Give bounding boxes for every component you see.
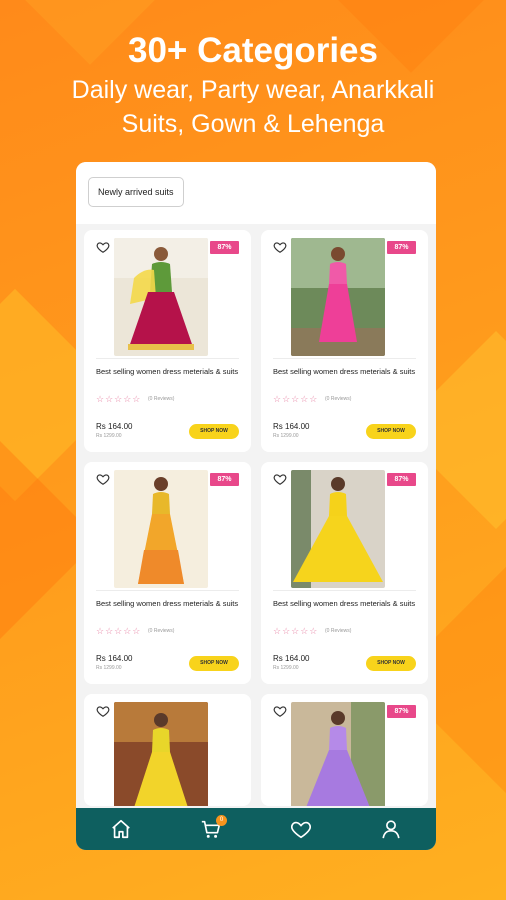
- discount-badge: 87%: [387, 473, 416, 486]
- product-title[interactable]: Best selling women dress meterials & sui…: [273, 598, 420, 609]
- product-card[interactable]: 87% Best selling women dress meterials &…: [84, 462, 251, 684]
- product-title[interactable]: Best selling women dress meterials & sui…: [273, 366, 420, 377]
- discount-badge: 87%: [210, 241, 239, 254]
- product-price: Rs 164.00: [273, 654, 310, 663]
- promo-subtitle-line2: Suits, Gown & Lehenga: [121, 110, 385, 138]
- star-rating: ☆☆☆☆☆: [273, 626, 319, 636]
- discount-badge: 87%: [387, 241, 416, 254]
- product-image[interactable]: [114, 238, 208, 356]
- product-title[interactable]: Best selling women dress meterials & sui…: [96, 366, 243, 377]
- card-divider: [96, 358, 239, 359]
- nav-home[interactable]: [101, 813, 141, 845]
- card-divider: [96, 590, 239, 591]
- product-title[interactable]: Best selling women dress meterials & sui…: [96, 598, 243, 609]
- star-rating: ☆☆☆☆☆: [96, 626, 142, 636]
- heart-icon[interactable]: [273, 704, 287, 718]
- product-price: Rs 164.00: [96, 654, 133, 663]
- star-rating: ☆☆☆☆☆: [273, 394, 319, 404]
- card-divider: [273, 590, 416, 591]
- heart-icon[interactable]: [96, 472, 110, 486]
- home-icon: [112, 819, 130, 839]
- filter-chip-newly-arrived[interactable]: Newly arrived suits: [88, 177, 184, 207]
- heart-icon[interactable]: [96, 240, 110, 254]
- review-count: (0 Reviews): [148, 628, 175, 634]
- cart-count-badge: 0: [216, 815, 227, 826]
- product-card[interactable]: 87%: [261, 694, 428, 806]
- product-card[interactable]: 87% Best selling women dress meterials &…: [261, 230, 428, 452]
- review-count: (0 Reviews): [325, 396, 352, 402]
- product-image[interactable]: [114, 702, 208, 806]
- star-rating: ☆☆☆☆☆: [96, 394, 142, 404]
- wishlist-icon: [290, 821, 312, 839]
- product-image[interactable]: [291, 702, 385, 806]
- product-image[interactable]: [291, 238, 385, 356]
- product-price: Rs 164.00: [273, 422, 310, 431]
- discount-badge: 87%: [210, 473, 239, 486]
- shop-now-button[interactable]: SHOP NOW: [366, 656, 416, 671]
- nav-cart[interactable]: 0: [191, 813, 231, 845]
- review-count: (0 Reviews): [148, 396, 175, 402]
- promo-header: 30+ Categories Daily wear, Party wear, A…: [0, 30, 506, 140]
- shop-now-button[interactable]: SHOP NOW: [189, 424, 239, 439]
- product-old-price: Rs 1299.00: [96, 665, 122, 671]
- nav-wishlist[interactable]: [281, 813, 321, 845]
- nav-profile[interactable]: [371, 813, 411, 845]
- review-count: (0 Reviews): [325, 628, 352, 634]
- product-card[interactable]: [84, 694, 251, 806]
- product-price: Rs 164.00: [96, 422, 133, 431]
- product-card[interactable]: 87% Best selling women dress meterials &…: [261, 462, 428, 684]
- promo-title: 30+ Categories: [128, 31, 378, 70]
- shop-now-button[interactable]: SHOP NOW: [189, 656, 239, 671]
- product-grid: 87% Best selling women dress meterials &…: [84, 230, 428, 806]
- heart-icon[interactable]: [96, 704, 110, 718]
- heart-icon[interactable]: [273, 472, 287, 486]
- product-old-price: Rs 1299.00: [96, 433, 122, 439]
- shop-now-button[interactable]: SHOP NOW: [366, 424, 416, 439]
- app-screen: Newly arrived suits 87% Best selling wom…: [76, 162, 436, 850]
- profile-icon: [382, 820, 400, 839]
- product-old-price: Rs 1299.00: [273, 433, 299, 439]
- promo-subtitle-line1: Daily wear, Party wear, Anarkkali: [71, 76, 435, 104]
- bottom-navigation: 0: [76, 808, 436, 850]
- card-divider: [273, 358, 416, 359]
- product-image[interactable]: [291, 470, 385, 588]
- product-card[interactable]: 87% Best selling women dress meterials &…: [84, 230, 251, 452]
- filter-bar: Newly arrived suits: [76, 162, 436, 224]
- discount-badge: 87%: [387, 705, 416, 718]
- product-old-price: Rs 1299.00: [273, 665, 299, 671]
- heart-icon[interactable]: [273, 240, 287, 254]
- product-image[interactable]: [114, 470, 208, 588]
